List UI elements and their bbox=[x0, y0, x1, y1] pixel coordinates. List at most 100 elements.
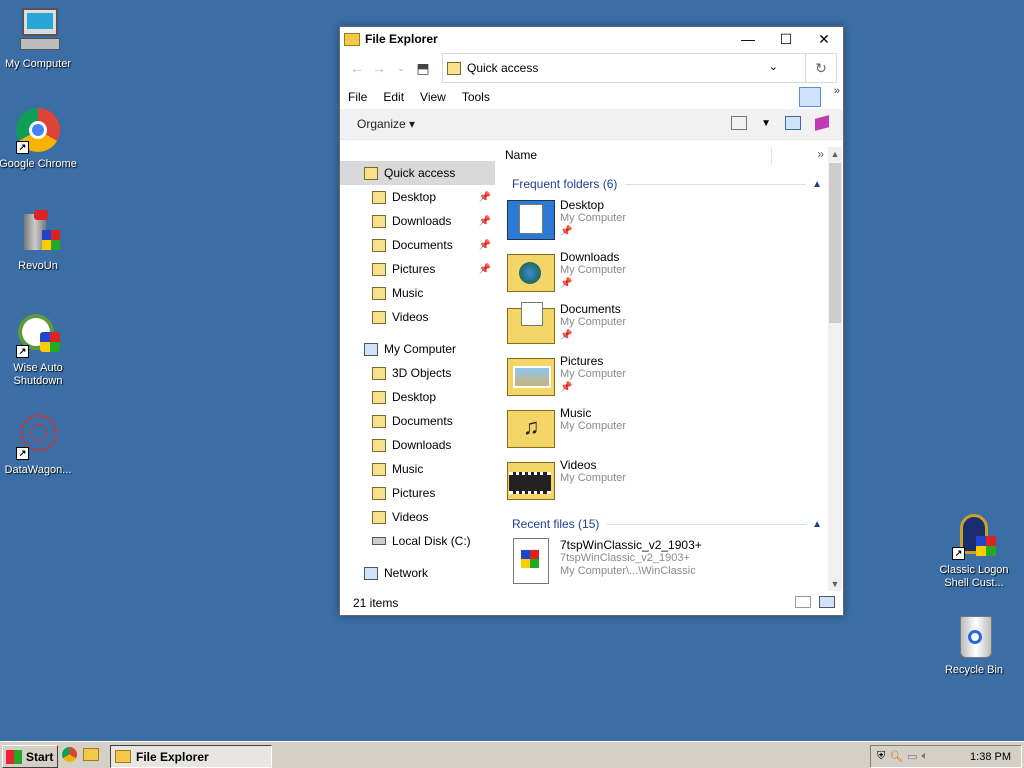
address-dropdown-icon[interactable]: ⌄ bbox=[769, 60, 778, 73]
more-chevron-icon[interactable]: » bbox=[834, 85, 840, 97]
nav-item-videos[interactable]: Videos bbox=[340, 305, 495, 329]
navigation-row: ← → ⌄ ⬒ Quick access ⌄ ↻ bbox=[340, 51, 843, 85]
group-header-frequent[interactable]: Frequent folders (6) ▲ bbox=[498, 172, 828, 196]
nav-item-network[interactable]: Network bbox=[340, 561, 495, 585]
explorer-icon[interactable] bbox=[83, 748, 99, 761]
downloads-folder-icon bbox=[507, 248, 555, 292]
folder-tile-music[interactable]: ♫ Music My Computer bbox=[498, 404, 828, 456]
desktop-icon-my-computer[interactable]: My Computer bbox=[0, 6, 78, 71]
organize-button[interactable]: Organize ▾ bbox=[357, 117, 415, 131]
start-button[interactable]: Start bbox=[2, 745, 58, 768]
nav-item-documents[interactable]: Documents 📌 bbox=[340, 233, 495, 257]
title-bar[interactable]: File Explorer — ☐ ✕ bbox=[340, 27, 843, 51]
desktop-icon-wise-auto-shutdown[interactable]: ↗ Wise Auto Shutdown bbox=[0, 310, 78, 388]
nav-item-music[interactable]: Music bbox=[340, 457, 495, 481]
search-icon[interactable]: 🔍︎ bbox=[889, 750, 903, 763]
nav-item-3d-objects[interactable]: 3D Objects bbox=[340, 361, 495, 385]
revo-uninstaller-icon bbox=[14, 208, 62, 256]
recent-locations-button[interactable]: ⌄ bbox=[390, 63, 412, 74]
desktop-icon-revoun[interactable]: RevoUn bbox=[0, 208, 78, 273]
scroll-down-icon[interactable]: ▼ bbox=[828, 579, 842, 589]
back-button[interactable]: ← bbox=[346, 60, 368, 76]
navigation-pane-toggle[interactable] bbox=[799, 87, 821, 107]
nav-item-downloads[interactable]: Downloads bbox=[340, 433, 495, 457]
nav-item-pictures[interactable]: Pictures bbox=[340, 481, 495, 505]
desktop-icon-recycle-bin[interactable]: Recycle Bin bbox=[934, 612, 1014, 677]
help-book-icon[interactable] bbox=[815, 115, 829, 131]
more-columns-icon[interactable]: » bbox=[817, 147, 824, 161]
security-shield-icon[interactable]: ⛨ bbox=[877, 750, 885, 763]
desktop-icon-classic-logon-shell[interactable]: ↗ Classic Logon Shell Cust... bbox=[934, 512, 1014, 590]
network-icon bbox=[364, 566, 378, 580]
vertical-scrollbar[interactable]: ▲ ▼ bbox=[828, 147, 842, 591]
nav-item-music[interactable]: Music bbox=[340, 281, 495, 305]
desktop-icon-label: Classic Logon Shell Cust... bbox=[939, 564, 1009, 589]
hard-drive-icon bbox=[372, 537, 386, 545]
group-header-recent[interactable]: Recent files (15) ▲ bbox=[498, 512, 828, 536]
shortcut-arrow-icon: ↗ bbox=[952, 547, 965, 560]
menu-bar: File Edit View Tools » bbox=[340, 85, 843, 109]
scroll-up-icon[interactable]: ▲ bbox=[828, 149, 842, 159]
installer-file-icon bbox=[507, 536, 555, 584]
details-view-icon[interactable] bbox=[795, 596, 811, 608]
menu-view[interactable]: View bbox=[420, 90, 446, 104]
desktop-icon-label: Wise Auto Shutdown bbox=[13, 362, 63, 387]
nav-item-desktop[interactable]: Desktop 📌 bbox=[340, 185, 495, 209]
network-icon[interactable]: ▭ bbox=[907, 750, 917, 763]
minimize-button[interactable]: — bbox=[729, 27, 767, 51]
desktop-icon-datawagon[interactable]: ↗ DataWagon... bbox=[0, 412, 78, 477]
nav-item-my-computer[interactable]: My Computer bbox=[340, 337, 495, 361]
taskbar-button-file-explorer[interactable]: File Explorer bbox=[110, 745, 272, 768]
music-folder-icon bbox=[372, 462, 386, 476]
folder-tile-documents[interactable]: Documents My Computer 📌 bbox=[498, 300, 828, 352]
volume-icon[interactable]: 🔈︎ bbox=[922, 750, 929, 763]
column-header-name[interactable]: Name » bbox=[498, 143, 828, 168]
view-options-icon[interactable] bbox=[731, 116, 748, 130]
menu-file[interactable]: File bbox=[348, 90, 367, 104]
music-folder-icon: ♫ bbox=[507, 404, 555, 448]
folder-tile-desktop[interactable]: Desktop My Computer 📌 bbox=[498, 196, 828, 248]
clock[interactable]: 1:38 PM bbox=[970, 751, 1011, 763]
menu-edit[interactable]: Edit bbox=[383, 90, 404, 104]
collapse-icon[interactable]: ▲ bbox=[812, 179, 822, 190]
chrome-icon[interactable] bbox=[62, 747, 77, 762]
folder-tile-videos[interactable]: Videos My Computer bbox=[498, 456, 828, 508]
file-explorer-window[interactable]: File Explorer — ☐ ✕ ← → ⌄ ⬒ Quick access… bbox=[339, 26, 844, 616]
folder-tile-pictures[interactable]: Pictures My Computer 📌 bbox=[498, 352, 828, 404]
view-dropdown-icon[interactable]: ▼ bbox=[761, 118, 771, 129]
desktop-icon-label: Recycle Bin bbox=[944, 664, 1004, 676]
scroll-thumb[interactable] bbox=[829, 163, 841, 323]
refresh-button[interactable]: ↻ bbox=[805, 54, 836, 82]
downloads-folder-icon bbox=[372, 438, 386, 452]
window-title: File Explorer bbox=[365, 32, 438, 46]
forward-button[interactable]: → bbox=[368, 60, 390, 76]
shortcut-arrow-icon: ↗ bbox=[16, 345, 29, 358]
nav-item-quick-access[interactable]: Quick access bbox=[340, 161, 495, 185]
computer-icon bbox=[14, 6, 62, 54]
recent-file-item[interactable]: 7tspWinClassic_v2_1903+ 7tspWinClassic_v2… bbox=[498, 536, 828, 589]
nav-item-downloads[interactable]: Downloads 📌 bbox=[340, 209, 495, 233]
maximize-button[interactable]: ☐ bbox=[767, 27, 805, 51]
documents-folder-icon bbox=[372, 238, 386, 252]
desktop-icon-label: RevoUn bbox=[18, 260, 58, 272]
pin-icon: 📌 bbox=[478, 263, 491, 275]
up-button[interactable]: ⬒ bbox=[412, 60, 434, 77]
pin-icon: 📌 bbox=[478, 239, 491, 251]
nav-item-pictures[interactable]: Pictures 📌 bbox=[340, 257, 495, 281]
large-icons-view-icon[interactable] bbox=[819, 596, 835, 608]
folder-tile-downloads[interactable]: Downloads My Computer 📌 bbox=[498, 248, 828, 300]
pin-icon: 📌 bbox=[560, 382, 573, 393]
collapse-icon[interactable]: ▲ bbox=[812, 519, 822, 530]
preview-pane-icon[interactable] bbox=[785, 116, 801, 130]
documents-folder-icon bbox=[372, 414, 386, 428]
menu-tools[interactable]: Tools bbox=[462, 90, 490, 104]
nav-item-desktop[interactable]: Desktop bbox=[340, 385, 495, 409]
nav-item-local-disk[interactable]: Local Disk (C:) bbox=[340, 529, 495, 553]
nav-item-documents[interactable]: Documents bbox=[340, 409, 495, 433]
desktop-icon-label: My Computer bbox=[4, 58, 72, 70]
nav-item-videos[interactable]: Videos bbox=[340, 505, 495, 529]
address-bar[interactable]: Quick access ⌄ ↻ bbox=[442, 53, 837, 83]
desktop-icon-chrome[interactable]: ↗ Google Chrome bbox=[0, 106, 78, 171]
close-button[interactable]: ✕ bbox=[805, 27, 843, 51]
documents-folder-icon bbox=[507, 300, 555, 344]
